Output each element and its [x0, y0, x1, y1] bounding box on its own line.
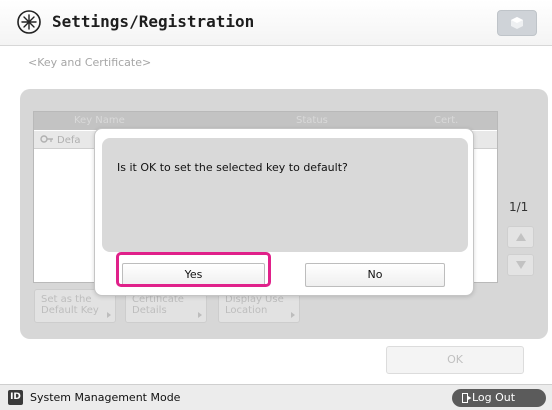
key-icon	[40, 135, 53, 143]
key-name-text: Defa	[57, 135, 81, 146]
triangle-down-icon	[515, 261, 526, 269]
set-default-label-2: Default Key	[41, 305, 99, 316]
scroll-up-button[interactable]	[507, 226, 534, 248]
status-bar: ID System Management Mode Log Out	[0, 384, 552, 410]
yes-button-highlight	[116, 252, 271, 287]
logout-icon	[462, 393, 472, 403]
dialog-message-area: Is it OK to set the selected key to defa…	[102, 138, 468, 252]
screen: Settings/Registration <Key and Certifica…	[0, 0, 552, 410]
column-status: Status	[296, 115, 328, 126]
cube-icon	[511, 17, 523, 29]
scroll-down-button[interactable]	[507, 254, 534, 276]
column-key-name: Key Name	[74, 115, 125, 126]
dialog-message: Is it OK to set the selected key to defa…	[117, 161, 348, 174]
settings-registration-icon	[17, 10, 41, 34]
id-icon: ID	[8, 390, 23, 405]
cube-button[interactable]	[497, 10, 537, 36]
page-title: Settings/Registration	[52, 12, 255, 31]
chevron-right-icon	[291, 312, 295, 318]
display-use-label-2: Location	[225, 305, 268, 316]
logout-label: Log Out	[472, 391, 516, 404]
logout-button[interactable]: Log Out	[452, 389, 546, 407]
breadcrumb: <Key and Certificate>	[28, 56, 152, 69]
ok-button[interactable]: OK	[386, 346, 524, 374]
triangle-up-icon	[515, 233, 526, 241]
cert-details-label-2: Details	[132, 305, 167, 316]
no-button[interactable]: No	[305, 263, 445, 287]
key-name: Defa	[40, 134, 81, 146]
column-cert: Cert.	[434, 115, 459, 126]
page-indicator: 1/1	[509, 200, 529, 214]
header: Settings/Registration	[0, 0, 552, 46]
chevron-right-icon	[107, 312, 111, 318]
chevron-right-icon	[198, 312, 202, 318]
mode-label: System Management Mode	[30, 391, 181, 404]
